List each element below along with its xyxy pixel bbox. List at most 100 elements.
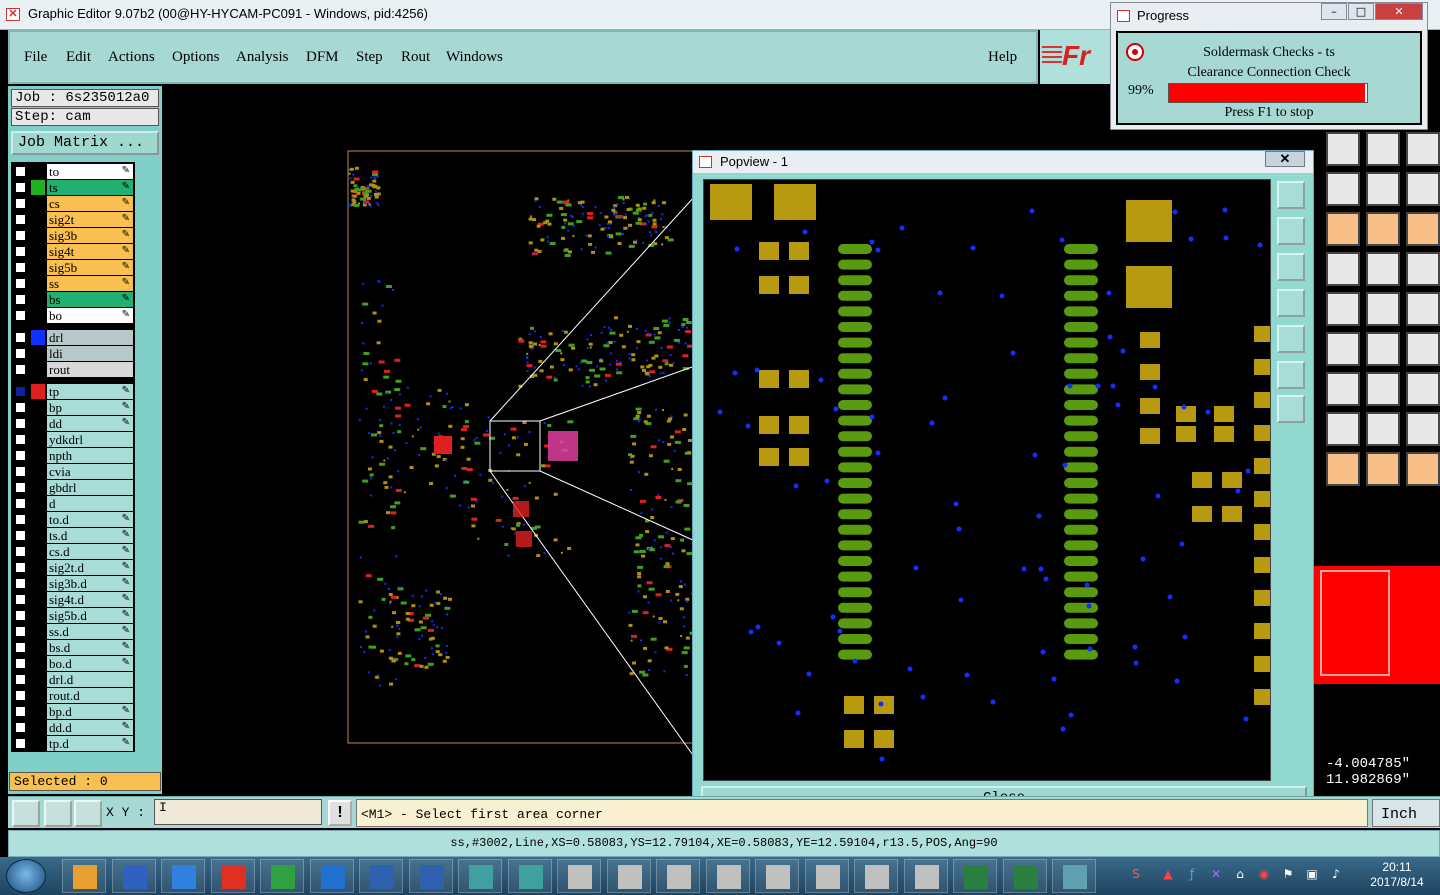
layer-name[interactable]: bs.d ✎ xyxy=(47,640,133,655)
layer-checkbox[interactable] xyxy=(15,658,26,669)
layer-checkbox[interactable] xyxy=(15,722,26,733)
layer-row-drl[interactable]: drl xyxy=(11,330,135,345)
layer-checkbox[interactable] xyxy=(15,562,26,573)
layer-checkbox[interactable] xyxy=(15,594,26,605)
taskbar-x1-icon[interactable] xyxy=(557,859,601,893)
menu-analysis[interactable]: Analysis xyxy=(236,49,289,66)
taskbar-doc-icon[interactable] xyxy=(161,859,205,893)
menu-help[interactable]: Help xyxy=(988,49,1017,66)
layer-name[interactable]: ldi xyxy=(47,346,133,361)
layer-name[interactable]: rout xyxy=(47,362,133,377)
layer-row-dd[interactable]: dd ✎ xyxy=(11,416,135,431)
layer-name[interactable]: drl.d xyxy=(47,672,133,687)
layer-checkbox[interactable] xyxy=(15,434,26,445)
layer-color-swatch[interactable] xyxy=(31,592,45,607)
layer-name[interactable]: ts.d ✎ xyxy=(47,528,133,543)
layer-checkbox[interactable] xyxy=(15,674,26,685)
taskbar-x5-icon[interactable] xyxy=(755,859,799,893)
taskbar-f-icon[interactable] xyxy=(309,859,354,893)
layer-row-sig3b-d[interactable]: sig3b.d ✎ xyxy=(11,576,135,591)
pointer2-tool-icon[interactable] xyxy=(1406,412,1440,446)
layer-checkbox[interactable] xyxy=(15,166,26,177)
pop-tool-zoom-icon[interactable] xyxy=(1277,181,1305,209)
layer-row-sig5b-d[interactable]: sig5b.d ✎ xyxy=(11,608,135,623)
taskbar-eye-icon[interactable] xyxy=(458,859,502,893)
layer-row-rout-d[interactable]: rout.d xyxy=(11,688,135,703)
layer-color-swatch[interactable] xyxy=(31,624,45,639)
layer-checkbox[interactable] xyxy=(15,294,26,305)
taskbar-x7-icon[interactable] xyxy=(854,859,898,893)
layer-name[interactable]: dd ✎ xyxy=(47,416,133,431)
xy-input[interactable]: I xyxy=(154,799,322,825)
layer-row-ss-d[interactable]: ss.d ✎ xyxy=(11,624,135,639)
layer-color-swatch[interactable] xyxy=(31,180,45,195)
layer-row-tp[interactable]: tp ✎ xyxy=(11,384,135,399)
layer-row-rout[interactable]: rout xyxy=(11,362,135,377)
menu-windows[interactable]: Windows xyxy=(446,49,503,66)
menu-options[interactable]: Options xyxy=(172,49,220,66)
layer-checkbox[interactable] xyxy=(15,182,26,193)
layer-color-swatch[interactable] xyxy=(31,576,45,591)
tray-s-icon[interactable]: S xyxy=(1128,867,1144,883)
snap-tool-icon[interactable] xyxy=(1326,292,1360,326)
layer-row-tp-d[interactable]: tp.d ✎ xyxy=(11,736,135,751)
layer-checkbox[interactable] xyxy=(15,198,26,209)
warning-icon[interactable]: ! xyxy=(328,800,352,826)
layer-checkbox[interactable] xyxy=(15,246,26,257)
layer-name[interactable]: bs ✎ xyxy=(47,292,133,307)
layer-checkbox[interactable] xyxy=(15,498,26,509)
taskbar-tool-icon[interactable] xyxy=(1052,859,1096,893)
layer-name[interactable]: bp ✎ xyxy=(47,400,133,415)
select-tool-icon[interactable] xyxy=(1366,452,1400,486)
units-selector[interactable]: Inch xyxy=(1372,799,1440,827)
layer-row-ss[interactable]: ss ✎ xyxy=(11,276,135,291)
layer-row-ts[interactable]: ts ✎ xyxy=(11,180,135,195)
layer-name[interactable]: sig3b.d ✎ xyxy=(47,576,133,591)
taskbar-save-icon[interactable] xyxy=(111,859,156,893)
layer-checkbox[interactable] xyxy=(15,546,26,557)
layer-row-sig5b[interactable]: sig5b ✎ xyxy=(11,260,135,275)
layer-row-ldi[interactable]: ldi xyxy=(11,346,135,361)
layer-name[interactable]: ydkdrl xyxy=(47,432,133,447)
pop-tool-forward-icon[interactable] xyxy=(1277,325,1305,353)
job-matrix-button[interactable]: Job Matrix ... xyxy=(11,131,159,155)
layer-color-swatch[interactable] xyxy=(31,496,45,511)
layer-color-swatch[interactable] xyxy=(31,308,45,323)
start-button-icon[interactable] xyxy=(6,859,46,893)
layer-name[interactable]: npth xyxy=(47,448,133,463)
layer-color-swatch[interactable] xyxy=(31,464,45,479)
layer-color-swatch[interactable] xyxy=(31,432,45,447)
popview-titlebar[interactable]: Popview - 1 ✕ xyxy=(693,151,1313,173)
move-tool-icon[interactable] xyxy=(1366,132,1400,166)
layer-color-swatch[interactable] xyxy=(31,448,45,463)
tray-f-icon[interactable]: ƒ xyxy=(1184,867,1200,883)
pop-tool-fit-icon[interactable] xyxy=(1277,361,1305,389)
layer-row-ydkdrl[interactable]: ydkdrl xyxy=(11,432,135,447)
layer-color-swatch[interactable] xyxy=(31,528,45,543)
layer-color-swatch[interactable] xyxy=(31,704,45,719)
layer-color-swatch[interactable] xyxy=(31,480,45,495)
popview-canvas[interactable] xyxy=(703,179,1271,781)
layer-checkbox[interactable] xyxy=(15,450,26,461)
layer-name[interactable]: tp.d ✎ xyxy=(47,736,133,751)
layer-row-cs[interactable]: cs ✎ xyxy=(11,196,135,211)
taskbar-x4-icon[interactable] xyxy=(705,859,750,893)
layer-row-sig2t-d[interactable]: sig2t.d ✎ xyxy=(11,560,135,575)
pad-tool-icon[interactable] xyxy=(1406,252,1440,286)
popview-close-icon[interactable]: ✕ xyxy=(1265,151,1305,167)
layer-checkbox[interactable] xyxy=(15,214,26,225)
layer-name[interactable]: sig5b ✎ xyxy=(47,260,133,275)
grid-icon[interactable] xyxy=(74,800,102,827)
menu-file[interactable]: File xyxy=(24,49,47,66)
layer-checkbox[interactable] xyxy=(15,642,26,653)
layer-row-bo-d[interactable]: bo.d ✎ xyxy=(11,656,135,671)
taskbar-word2-icon[interactable] xyxy=(408,859,453,893)
taskbar-eye2-icon[interactable] xyxy=(507,859,552,893)
layer-color-swatch[interactable] xyxy=(31,384,45,399)
layer-name[interactable]: to ✎ xyxy=(47,164,133,179)
text3-tool-icon[interactable] xyxy=(1326,412,1360,446)
layer-checkbox[interactable] xyxy=(15,482,26,493)
layer-checkbox[interactable] xyxy=(15,310,26,321)
layer-checkbox[interactable] xyxy=(15,514,26,525)
layer-color-swatch[interactable] xyxy=(31,720,45,735)
